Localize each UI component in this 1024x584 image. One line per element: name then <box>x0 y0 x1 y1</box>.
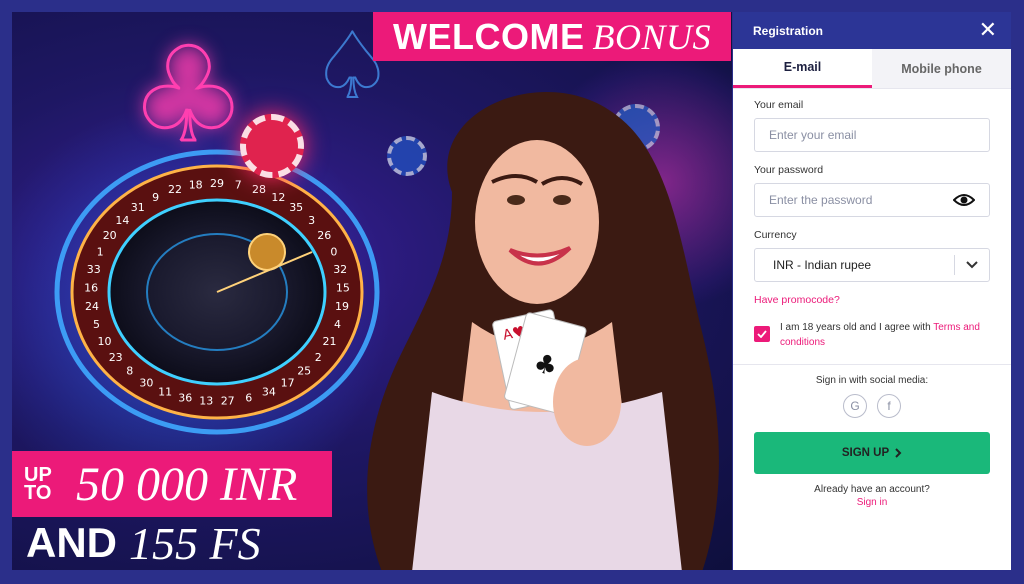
roulette-number: 23 <box>109 351 123 364</box>
roulette-number: 22 <box>168 183 182 196</box>
roulette-number: 21 <box>323 335 337 348</box>
frame: ♣ ♠ 29 7 28 12 35 3 26 0 32 15 19 4 21 2 25 17 34 6 27 13 36… <box>0 0 1024 584</box>
panel-title: Registration <box>753 23 824 38</box>
casino-chip-icon <box>240 114 304 178</box>
sign-up-label: SIGN UP <box>841 447 890 459</box>
promocode-link[interactable]: Have promocode? <box>754 294 990 306</box>
password-field-wrapper <box>754 183 990 217</box>
currency-label: Currency <box>754 229 797 241</box>
roulette-number: 30 <box>139 376 153 389</box>
roulette-number: 0 <box>330 245 337 258</box>
registration-form: Your email Your password Currency INR - … <box>733 89 1011 508</box>
roulette-number: 18 <box>189 179 203 192</box>
roulette-number: 17 <box>281 376 295 389</box>
roulette-number: 9 <box>152 191 159 204</box>
agree-text-main: I am 18 years old and I agree with <box>780 322 934 333</box>
email-field[interactable] <box>769 128 975 142</box>
social-buttons: G f <box>754 394 990 418</box>
sign-in-link[interactable]: Sign in <box>754 497 990 508</box>
email-field-wrapper <box>754 118 990 152</box>
roulette-number: 10 <box>98 335 112 348</box>
roulette-number: 7 <box>235 179 242 192</box>
bonus-word: BONUS <box>592 16 711 57</box>
roulette-number: 3 <box>308 214 315 227</box>
roulette-number: 34 <box>262 385 276 398</box>
roulette-number: 11 <box>158 385 172 398</box>
currency-select[interactable]: INR - Indian rupee <box>754 248 990 282</box>
agree-text: I am 18 years old and I agree with Terms… <box>780 320 990 350</box>
bonus-amount-banner: UP TO 50 000 INR <box>12 451 332 517</box>
registration-tabs: E-mail Mobile phone <box>733 49 1011 89</box>
roulette-number: 26 <box>317 229 331 242</box>
roulette-number: 35 <box>289 201 303 214</box>
bonus-amount: 50 000 INR <box>76 457 298 511</box>
age-agreement-row: I am 18 years old and I agree with Terms… <box>754 320 990 350</box>
club-suit-icon: ♣ <box>129 19 249 171</box>
email-label: Your email <box>754 99 804 111</box>
roulette-number: 5 <box>93 318 100 331</box>
roulette-number: 36 <box>178 392 192 405</box>
roulette-number: 6 <box>245 392 252 405</box>
roulette-wheel-icon: 29 7 2812353260321519421225173462713361130… <box>54 149 380 435</box>
tab-email[interactable]: E-mail <box>733 49 872 88</box>
already-have-account: Already have an account? <box>814 484 930 495</box>
chevron-down-icon[interactable] <box>955 261 989 269</box>
sign-up-button[interactable]: SIGN UP <box>754 432 990 474</box>
panel-header: Registration ✕ <box>733 12 1011 49</box>
roulette-number: 29 <box>210 177 224 190</box>
tab-mobile-phone[interactable]: Mobile phone <box>872 49 1011 88</box>
roulette-number: 1 <box>97 245 104 258</box>
roulette-number: 4 <box>334 318 341 331</box>
roulette-number: 13 <box>199 395 213 408</box>
welcome-word: WELCOME <box>393 15 585 57</box>
roulette-number: 2 <box>315 351 322 364</box>
roulette-number: 24 <box>85 300 99 313</box>
currency-value: INR - Indian rupee <box>773 258 872 272</box>
roulette-number: 27 <box>221 395 235 408</box>
roulette-number: 12 <box>271 191 285 204</box>
social-title: Sign in with social media: <box>815 375 929 386</box>
roulette-number: 16 <box>84 281 98 294</box>
free-spins-count: 155 FS <box>129 517 261 569</box>
roulette-number: 25 <box>297 365 311 378</box>
check-icon <box>757 330 767 338</box>
eye-icon[interactable] <box>953 193 975 207</box>
roulette-number: 20 <box>103 229 117 242</box>
password-label: Your password <box>754 164 824 176</box>
chevron-right-icon <box>895 448 902 458</box>
facebook-icon[interactable]: f <box>877 394 901 418</box>
roulette-number: 28 <box>252 183 266 196</box>
roulette-number: 14 <box>115 214 129 227</box>
and-word: AND <box>26 519 117 566</box>
up-to-label: UP TO <box>24 464 52 504</box>
roulette-number: 31 <box>131 201 145 214</box>
roulette-number: 8 <box>126 365 133 378</box>
welcome-bonus-banner: WELCOME BONUS <box>373 12 731 61</box>
free-spins-line: AND 155 FS <box>26 516 261 570</box>
divider <box>733 364 1011 365</box>
woman-with-cards-image: A♥ ♣ <box>367 91 719 570</box>
registration-panel: Registration ✕ E-mail Mobile phone Your … <box>733 12 1011 570</box>
agree-checkbox[interactable] <box>754 326 770 342</box>
close-icon[interactable]: ✕ <box>979 19 997 42</box>
roulette-number: 33 <box>87 263 101 276</box>
google-icon[interactable]: G <box>843 394 867 418</box>
password-field[interactable] <box>769 193 953 207</box>
